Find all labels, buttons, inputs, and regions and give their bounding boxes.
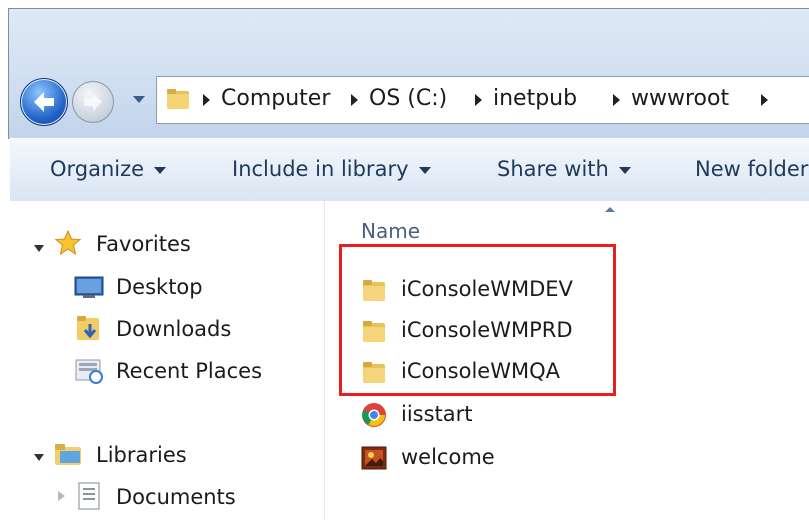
nav-documents[interactable]: Documents — [116, 480, 236, 514]
breadcrumb-inetpub[interactable]: inetpub — [493, 86, 577, 112]
nav-favorites[interactable]: Favorites — [96, 227, 191, 261]
window-frame-left — [0, 0, 8, 520]
annotation-highlight-box — [339, 244, 616, 396]
forward-arrow-icon — [84, 93, 102, 111]
breadcrumb-os-c[interactable]: OS (C:) — [369, 86, 447, 112]
breadcrumb-computer[interactable]: Computer — [221, 86, 330, 112]
libraries-icon — [55, 444, 81, 465]
include-in-library-label: Include in library — [232, 157, 409, 181]
include-in-library-button[interactable]: Include in library — [232, 157, 431, 181]
breadcrumb-wwwroot[interactable]: wwwroot — [631, 86, 729, 112]
new-folder-button[interactable]: New folder — [695, 157, 808, 181]
organize-label: Organize — [50, 157, 145, 181]
star-icon — [54, 229, 82, 256]
recent-pages-dropdown-icon[interactable] — [133, 96, 145, 103]
downloads-folder-icon — [77, 316, 99, 340]
nav-libraries[interactable]: Libraries — [96, 438, 187, 472]
forward-button[interactable] — [72, 81, 114, 123]
command-toolbar: Organize Include in library Share with N… — [10, 138, 809, 202]
sort-ascending-icon — [605, 207, 615, 212]
documents-icon — [78, 482, 100, 510]
back-button[interactable] — [20, 78, 68, 126]
chevron-down-icon — [154, 166, 167, 174]
image-file-icon — [361, 446, 387, 470]
collapse-libraries-icon[interactable] — [34, 454, 44, 461]
breadcrumb-separator-icon[interactable] — [613, 94, 620, 106]
address-bar[interactable]: Computer OS (C:) inetpub wwwroot — [156, 76, 809, 124]
breadcrumb-separator-icon[interactable] — [203, 94, 210, 106]
chevron-down-icon — [618, 166, 631, 174]
folder-icon — [167, 89, 189, 109]
breadcrumb-separator-icon[interactable] — [351, 94, 358, 106]
chevron-down-icon — [418, 166, 431, 174]
nav-recent-places[interactable]: Recent Places — [116, 354, 262, 388]
nav-desktop[interactable]: Desktop — [116, 270, 203, 304]
collapse-favorites-icon[interactable] — [34, 245, 44, 252]
expand-documents-icon[interactable] — [58, 491, 65, 501]
share-with-button[interactable]: Share with — [497, 157, 631, 181]
share-with-label: Share with — [497, 157, 609, 181]
breadcrumb-separator-icon[interactable] — [761, 94, 768, 106]
column-header-name[interactable]: Name — [361, 219, 420, 243]
back-arrow-icon — [34, 92, 54, 112]
breadcrumb-separator-icon[interactable] — [475, 94, 482, 106]
recent-places-icon — [75, 359, 103, 384]
chrome-html-icon — [362, 403, 386, 427]
navigation-pane: Favorites Desktop Downloads Recent Place… — [10, 201, 325, 520]
item-name: iisstart — [401, 402, 473, 426]
new-folder-label: New folder — [695, 157, 809, 181]
nav-downloads[interactable]: Downloads — [116, 312, 231, 346]
item-name: welcome — [401, 445, 495, 469]
desktop-icon — [74, 276, 104, 298]
organize-button[interactable]: Organize — [50, 157, 167, 181]
